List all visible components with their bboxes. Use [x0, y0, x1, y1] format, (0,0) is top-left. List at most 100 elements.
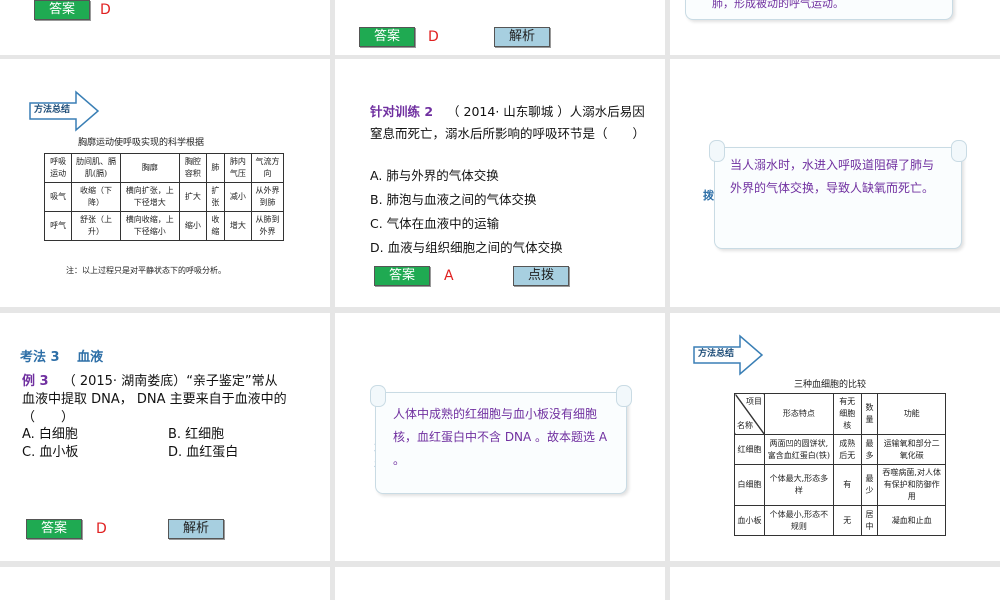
option-d[interactable]: D. 血液与组织细胞之间的气体交换 [370, 237, 563, 259]
table-header-cell: 气流方向 [250, 153, 285, 183]
table-cell: 白细胞 [734, 464, 765, 506]
table-cell: 横向扩张，上下径增大 [119, 182, 180, 212]
option-a[interactable]: A. 肺与外界的气体交换 [370, 165, 499, 187]
table-cell: 吞噬病菌,对人体有保护和防御作用 [877, 464, 946, 506]
table-header-cell: 胸腔容积 [178, 153, 207, 183]
method-summary-badge: 方法总结 [28, 89, 100, 133]
slide-8[interactable]: 解析 人体中成熟的红细胞与血小板没有细胞核，血红蛋白中不含 DNA 。故本题选 … [335, 313, 665, 561]
hint-scroll: 当人溺水时，水进入呼吸道阻碍了肺与外界的气体交换，导致人缺氧而死亡。 [709, 140, 967, 249]
table-cell: 最多 [860, 434, 879, 465]
option-a[interactable]: A. 白细胞 [22, 426, 78, 444]
answer-button[interactable]: 答案 [374, 266, 430, 286]
slide-7[interactable]: 考法 3 血液 例 3 （ 2015· 湖南娄底）“亲子鉴定”常从血液中提取 D… [0, 313, 330, 561]
table-header-cell: 肋间肌、膈肌(膈) [71, 153, 121, 183]
hint-text: 当人溺水时，水进入呼吸道阻碍了肺与外界的气体交换，导致人缺氧而死亡。 [730, 158, 935, 195]
table-cell: 凝血和止血 [877, 505, 946, 536]
slide-11[interactable] [335, 567, 665, 600]
answer-letter: D [428, 29, 439, 45]
table-title: 三种血细胞的比较 [794, 380, 867, 390]
table-title: 胸廓运动使呼吸实现的科学根据 [78, 138, 205, 148]
answer-button[interactable]: 答案 [26, 519, 82, 539]
table-cell: 血小板 [734, 505, 765, 536]
table-cell: 扩张 [205, 182, 225, 212]
table-cell: 个体最小,形态不规则 [764, 505, 834, 536]
table-cell: 增大 [223, 211, 252, 241]
answer-button[interactable]: 答案 [34, 0, 90, 20]
slide-10[interactable] [0, 567, 330, 600]
table-header-row: 项目 名称 形态特点 有无细胞核 数量 功能 [734, 393, 946, 435]
hint-button[interactable]: 点拨 [513, 266, 569, 286]
table-cell: 从肺到外界 [250, 211, 285, 241]
table-cell: 最少 [860, 464, 879, 506]
option-c[interactable]: C. 血小板 [22, 444, 78, 462]
answer-button[interactable]: 答案 [359, 27, 415, 47]
explanation-text: 肺，形成被动的呼气运动。 [712, 0, 844, 10]
blood-cell-table: 项目 名称 形态特点 有无细胞核 数量 功能 红细胞 两面凹的圆饼状,富含血红蛋白(铁) 成熟后… [734, 393, 946, 536]
badge-label: 方法总结 [698, 349, 735, 359]
option-b[interactable]: B. 红细胞 [168, 426, 224, 444]
slide-12[interactable] [670, 567, 1000, 600]
table-cell: 缩小 [178, 211, 207, 241]
table-cell: 呼气 [43, 211, 73, 241]
table-header-cell: 形态特点 [764, 393, 834, 435]
slide-6[interactable]: 拨点 当人溺水时，水进入呼吸道阻碍了肺与外界的气体交换，导致人缺氧而死亡。 [670, 59, 1000, 307]
table-cell: 红细胞 [734, 434, 765, 465]
explanation-scroll: 肺，形成被动的呼气运动。 [685, 0, 953, 20]
analysis-text: 人体中成熟的红细胞与血小板没有细胞核，血红蛋白中不含 DNA 。故本题选 A 。 [393, 407, 608, 467]
table-header-cell: 胸廓 [119, 153, 180, 183]
table-cell: 个体最大,形态多样 [764, 464, 834, 506]
table-header-cell: 数量 [860, 393, 879, 435]
table-cell: 两面凹的圆饼状,富含血红蛋白(铁) [764, 434, 834, 465]
slide-3[interactable]: 肺，形成被动的呼气运动。 [670, 0, 1000, 55]
table-cell: 舒张（上升） [71, 211, 121, 241]
badge-label: 方法总结 [34, 105, 71, 115]
table-header-row: 呼吸运动 肋间肌、膈肌(膈) 胸廓 胸腔容积肺肺内气压 气流方向 [43, 153, 285, 183]
option-b[interactable]: B. 肺泡与血液之间的气体交换 [370, 189, 537, 211]
table-note: 注：以上过程只是对平静状态下的呼吸分析。 [66, 266, 226, 275]
analysis-button[interactable]: 解析 [494, 27, 550, 47]
option-c[interactable]: C. 气体在血液中的运输 [370, 213, 499, 235]
table-cell: 运输氧和部分二氧化碳 [877, 434, 946, 465]
example-question: 例 3 （ 2015· 湖南娄底）“亲子鉴定”常从血液中提取 DNA， DNA … [22, 373, 290, 427]
answer-letter: A [444, 268, 454, 284]
table-cell: 从外界到肺 [250, 182, 285, 212]
table-header-cell: 功能 [877, 393, 946, 435]
analysis-button[interactable]: 解析 [168, 519, 224, 539]
table-cell: 无 [832, 505, 862, 536]
table-header-cell: 呼吸运动 [43, 153, 73, 183]
answer-letter: D [96, 521, 107, 537]
table-cell: 扩大 [178, 182, 207, 212]
slide-5[interactable]: 针对训练 2 （ 2014· 山东聊城 ）人溺水后易因窒息而死亡，溺水后所影响的… [335, 59, 665, 307]
table-header-cell: 肺 [205, 153, 225, 183]
table-cell: 减小 [223, 182, 252, 212]
slide-1[interactable]: 答案 D [0, 0, 330, 55]
table-cell: 横向收缩，上下径缩小 [119, 211, 180, 241]
answer-letter: D [100, 2, 111, 18]
example-label: 例 3 [22, 374, 49, 389]
slide-4[interactable]: 方法总结 胸廓运动使呼吸实现的科学根据 呼吸运动 肋间肌、膈肌(膈) 胸廓 胸腔容积肺… [0, 59, 330, 307]
table-row: 红细胞 两面凹的圆饼状,富含血红蛋白(铁) 成熟后无 最多 运输氧和部分二氧化碳 [734, 434, 946, 465]
table-corner-cell: 项目名称 [734, 393, 765, 435]
table-row: 呼气 舒张（上升） 横向收缩，上下径缩小 缩小 收缩 增大 从肺到外界 [43, 211, 285, 241]
section-heading: 考法 3 血液 [20, 350, 104, 365]
slide-2[interactable]: 答案 D 解析 [335, 0, 665, 55]
table-header-cell: 有无细胞核 [832, 393, 862, 435]
table-cell: 有 [832, 464, 862, 506]
option-d[interactable]: D. 血红蛋白 [168, 444, 238, 462]
corner-item-label: 项目 [746, 397, 762, 406]
table-cell: 成熟后无 [832, 434, 862, 465]
table-row: 吸气 收缩（下降） 横向扩张，上下径增大 扩大 扩张 减小 从外界到肺 [43, 182, 285, 212]
question-text: 针对训练 2 （ 2014· 山东聊城 ）人溺水后易因窒息而死亡，溺水后所影响的… [370, 101, 646, 145]
breathing-table: 呼吸运动 肋间肌、膈肌(膈) 胸廓 胸腔容积肺肺内气压 气流方向 吸气 收缩（下降） 横向扩张… [43, 153, 285, 241]
table-cell: 吸气 [43, 182, 73, 212]
question-heading: 针对训练 2 [370, 104, 434, 119]
table-row: 血小板 个体最小,形态不规则无居中 凝血和止血 [734, 505, 946, 536]
table-row: 白细胞 个体最大,形态多样有最少 吞噬病菌,对人体有保护和防御作用 [734, 464, 946, 506]
table-cell: 收缩 [205, 211, 225, 241]
analysis-scroll: 人体中成熟的红细胞与血小板没有细胞核，血红蛋白中不含 DNA 。故本题选 A 。 [370, 385, 632, 494]
example-body: （ 2015· 湖南娄底）“亲子鉴定”常从血液中提取 DNA， DNA 主要来自… [22, 374, 287, 425]
table-cell: 居中 [860, 505, 879, 536]
corner-name-label: 名称 [737, 421, 753, 430]
slide-9[interactable]: 方法总结 三种血细胞的比较 项目 名称 形态特点 有无细胞核 数量 功能 红细胞 两面凹的圆饼… [670, 313, 1000, 561]
table-header-cell: 肺内气压 [223, 153, 252, 183]
